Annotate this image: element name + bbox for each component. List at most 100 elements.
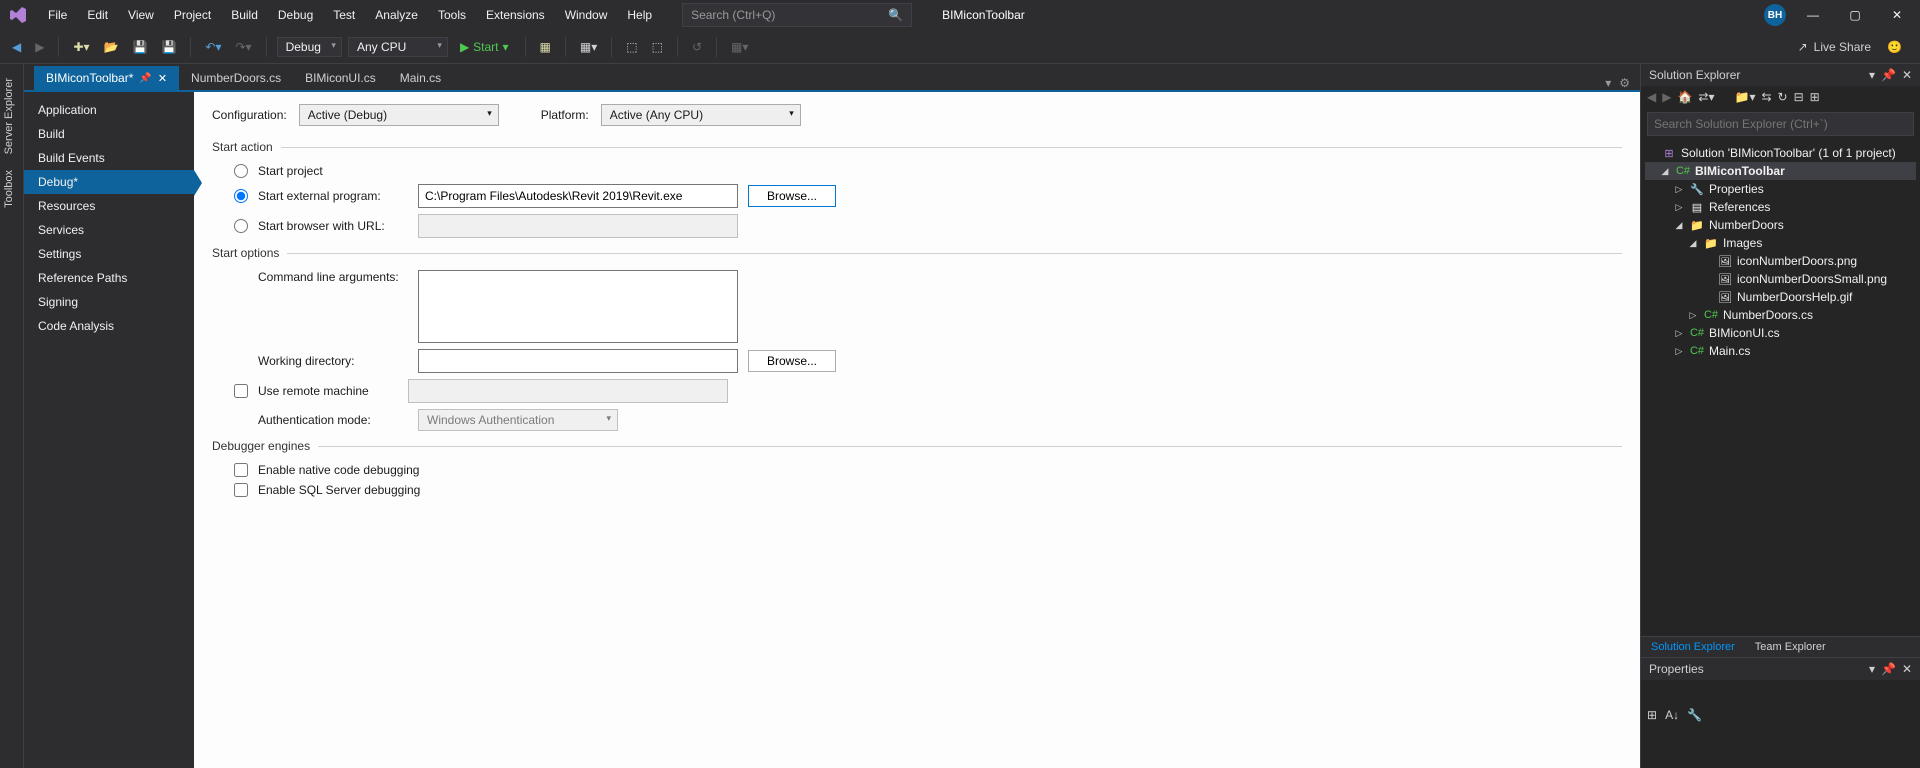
gear-icon[interactable]: ⚙ xyxy=(1619,76,1630,90)
start-external-radio[interactable] xyxy=(234,189,248,203)
menu-help[interactable]: Help xyxy=(617,4,662,26)
se-search-input[interactable] xyxy=(1647,112,1914,136)
tab-team-explorer[interactable]: Team Explorer xyxy=(1745,637,1836,657)
se-collapse-icon[interactable]: ⊟ xyxy=(1794,90,1804,104)
se-fwd-icon[interactable]: ▶ xyxy=(1662,90,1671,104)
start-browser-radio[interactable] xyxy=(234,219,248,233)
close-panel-icon[interactable]: ✕ xyxy=(1902,662,1912,676)
browse-external-button[interactable]: Browse... xyxy=(748,185,836,207)
prop-signing[interactable]: Signing xyxy=(24,290,194,314)
tb-icon[interactable]: ⬚ xyxy=(648,38,667,56)
prop-reference-paths[interactable]: Reference Paths xyxy=(24,266,194,290)
solution-node[interactable]: ⊞Solution 'BIMiconToolbar' (1 of 1 proje… xyxy=(1645,144,1916,162)
menu-build[interactable]: Build xyxy=(221,4,268,26)
forward-nav-icon[interactable]: ▶ xyxy=(31,38,48,56)
close-tab-icon[interactable]: ✕ xyxy=(158,72,167,85)
tab-bimicontoolbar[interactable]: BIMiconToolbar* 📌 ✕ xyxy=(34,66,179,90)
solution-config-dropdown[interactable]: Debug xyxy=(277,37,342,57)
server-explorer-tab[interactable]: Server Explorer xyxy=(0,70,18,162)
close-panel-icon[interactable]: ✕ xyxy=(1902,68,1912,82)
categorize-icon[interactable]: ⊞ xyxy=(1647,708,1657,722)
minimize-button[interactable]: — xyxy=(1798,8,1828,22)
browse-workdir-button[interactable]: Browse... xyxy=(748,350,836,372)
external-program-path[interactable] xyxy=(418,184,738,208)
se-home-icon[interactable]: 🏠 xyxy=(1677,90,1692,104)
menu-edit[interactable]: Edit xyxy=(77,4,118,26)
platform-dropdown[interactable]: Active (Any CPU) xyxy=(601,104,801,126)
menu-analyze[interactable]: Analyze xyxy=(365,4,428,26)
prop-settings[interactable]: Settings xyxy=(24,242,194,266)
open-icon[interactable]: 📂 xyxy=(100,38,123,56)
live-share-button[interactable]: ↗ Live Share 🙂 xyxy=(1798,40,1912,54)
panel-dropdown-icon[interactable]: ▾ xyxy=(1869,68,1875,82)
wrench-icon[interactable]: 🔧 xyxy=(1687,708,1702,722)
file-numberdoors-cs[interactable]: ▷C#NumberDoors.cs xyxy=(1645,306,1916,324)
configuration-dropdown[interactable]: Active (Debug) xyxy=(299,104,499,126)
alphabetical-icon[interactable]: A↓ xyxy=(1665,708,1679,722)
file-bimiconui-cs[interactable]: ▷C#BIMiconUI.cs xyxy=(1645,324,1916,342)
start-debugging-button[interactable]: ▶ Start ▾ xyxy=(454,38,515,56)
use-remote-checkbox[interactable] xyxy=(234,384,248,398)
menu-test[interactable]: Test xyxy=(323,4,365,26)
prop-code-analysis[interactable]: Code Analysis xyxy=(24,314,194,338)
tab-solution-explorer[interactable]: Solution Explorer xyxy=(1641,637,1745,657)
new-item-icon[interactable]: ✚▾ xyxy=(69,38,93,56)
references-node[interactable]: ▷▤References xyxy=(1645,198,1916,216)
tab-main[interactable]: Main.cs xyxy=(388,66,453,90)
file-icon-nd-small-png[interactable]: 🖼iconNumberDoorsSmall.png xyxy=(1645,270,1916,288)
back-nav-icon[interactable]: ◀ xyxy=(8,38,25,56)
maximize-button[interactable]: ▢ xyxy=(1840,8,1870,22)
prop-debug[interactable]: Debug* xyxy=(24,170,194,194)
file-nd-help-gif[interactable]: 🖼NumberDoorsHelp.gif xyxy=(1645,288,1916,306)
redo-icon[interactable]: ↷▾ xyxy=(231,38,255,56)
pin-icon[interactable]: 📌 xyxy=(1881,662,1896,676)
menu-view[interactable]: View xyxy=(118,4,164,26)
images-folder[interactable]: ◢📁Images xyxy=(1645,234,1916,252)
se-refresh-icon[interactable]: ↻ xyxy=(1778,90,1788,104)
tb-icon[interactable]: ▦▾ xyxy=(576,38,601,56)
pin-icon[interactable]: 📌 xyxy=(139,73,151,84)
menu-file[interactable]: File xyxy=(38,4,77,26)
project-node[interactable]: ◢C#BIMiconToolbar xyxy=(1645,162,1916,180)
save-icon[interactable]: 💾 xyxy=(129,38,152,56)
panel-dropdown-icon[interactable]: ▾ xyxy=(1869,662,1875,676)
close-button[interactable]: ✕ xyxy=(1882,8,1912,22)
undo-icon[interactable]: ↶▾ xyxy=(201,38,225,56)
enable-sql-checkbox[interactable] xyxy=(234,483,248,497)
enable-native-checkbox[interactable] xyxy=(234,463,248,477)
feedback-icon[interactable]: 🙂 xyxy=(1887,40,1902,54)
tab-overflow-icon[interactable]: ▾ xyxy=(1605,76,1611,90)
prop-build[interactable]: Build xyxy=(24,122,194,146)
save-all-icon[interactable]: 💾 xyxy=(157,38,180,56)
pin-icon[interactable]: 📌 xyxy=(1881,68,1896,82)
se-showall-icon[interactable]: ⊞ xyxy=(1810,90,1820,104)
tb-icon[interactable]: ↺ xyxy=(688,38,706,56)
se-folder-icon[interactable]: 📁▾ xyxy=(1735,90,1756,104)
tb-icon[interactable]: ⬚ xyxy=(622,38,641,56)
se-sync-icon[interactable]: ⇄▾ xyxy=(1698,90,1714,104)
working-directory-input[interactable] xyxy=(418,349,738,373)
global-search[interactable]: Search (Ctrl+Q) 🔍 xyxy=(682,3,912,27)
menu-project[interactable]: Project xyxy=(164,4,221,26)
tb-icon[interactable]: ▦▾ xyxy=(727,38,752,56)
prop-application[interactable]: Application xyxy=(24,98,194,122)
menu-debug[interactable]: Debug xyxy=(268,4,323,26)
menu-extensions[interactable]: Extensions xyxy=(476,4,555,26)
numberdoors-folder[interactable]: ◢📁NumberDoors xyxy=(1645,216,1916,234)
cmdline-args-input[interactable] xyxy=(418,270,738,343)
tab-bimiconui[interactable]: BIMiconUI.cs xyxy=(293,66,388,90)
toolbox-icon[interactable]: ▦ xyxy=(536,38,555,56)
se-back-icon[interactable]: ◀ xyxy=(1647,90,1656,104)
user-avatar[interactable]: BH xyxy=(1764,4,1786,26)
prop-resources[interactable]: Resources xyxy=(24,194,194,218)
solution-platform-dropdown[interactable]: Any CPU xyxy=(348,37,448,57)
properties-node[interactable]: ▷🔧Properties xyxy=(1645,180,1916,198)
menu-tools[interactable]: Tools xyxy=(428,4,476,26)
file-main-cs[interactable]: ▷C#Main.cs xyxy=(1645,342,1916,360)
tab-numberdoors[interactable]: NumberDoors.cs xyxy=(179,66,293,90)
toolbox-tab[interactable]: Toolbox xyxy=(0,162,18,216)
menu-window[interactable]: Window xyxy=(555,4,618,26)
se-swap-icon[interactable]: ⇆ xyxy=(1761,90,1771,104)
prop-build-events[interactable]: Build Events xyxy=(24,146,194,170)
file-icon-nd-png[interactable]: 🖼iconNumberDoors.png xyxy=(1645,252,1916,270)
